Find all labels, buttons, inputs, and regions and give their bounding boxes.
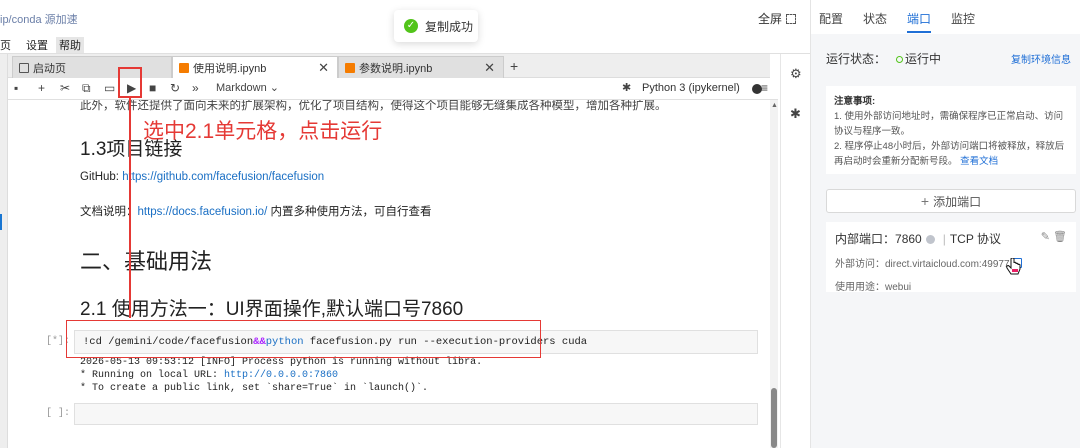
hand-cursor-icon [1006,258,1021,275]
screen: ip/conda 源加速 全屏 ✓ 复制成功 页 设置 帮助 启动页 使用说明.… [0,0,1080,448]
copy-success-toast: ✓ 复制成功 [394,10,478,42]
annotation-cell-highlight [66,320,541,358]
toast-text: 复制成功 [425,19,474,34]
check-circle-icon: ✓ [404,19,418,33]
annotation-instruction: 选中2.1单元格，点击运行 [143,120,383,143]
annotation-arrow [129,98,131,318]
